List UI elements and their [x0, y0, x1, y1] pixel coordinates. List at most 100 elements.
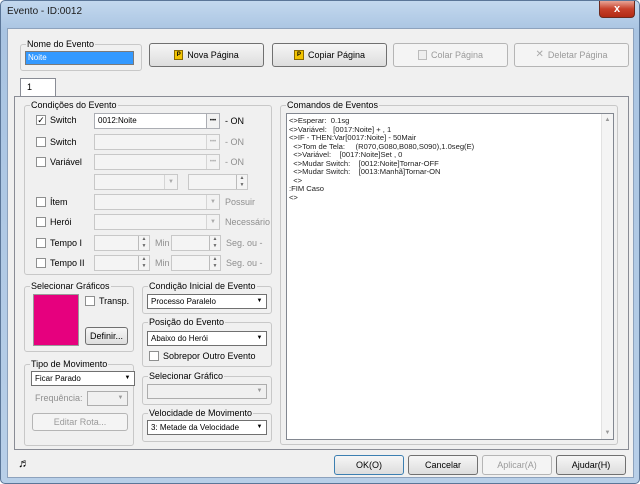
variable-field[interactable]: •••: [94, 154, 220, 170]
tab-page-1[interactable]: 1: [20, 78, 56, 97]
help-label: Ajudar(H): [571, 460, 611, 470]
overlap-label: Sobrepor Outro Evento: [163, 351, 256, 361]
window-title: Evento - ID:0012: [7, 6, 83, 17]
event-name-input[interactable]: Noite: [25, 51, 134, 65]
graphic-preview[interactable]: [33, 294, 79, 346]
command-line[interactable]: <>Mudar Switch: [0013:Manhã]Tornar-ON: [289, 167, 611, 177]
switch2-browse-button[interactable]: •••: [206, 135, 219, 149]
command-line[interactable]: <>: [289, 193, 611, 203]
start-condition-arrow: ▼: [256, 298, 263, 304]
variable-value-spinner[interactable]: ▲ ▼: [236, 175, 247, 189]
define-graphic-button[interactable]: Definir...: [85, 327, 128, 345]
item-label: Ítem: [50, 197, 68, 207]
hero-checkbox[interactable]: [36, 217, 46, 227]
timer2-min-spinner[interactable]: ▲ ▼: [138, 256, 149, 270]
event-window: Evento - ID:0012 x Nome do Evento Noite …: [0, 0, 640, 484]
event-name-value: Noite: [28, 53, 47, 62]
start-condition-value: Processo Paralelo: [151, 297, 216, 306]
timer2-sec-field[interactable]: ▲ ▼: [171, 255, 221, 271]
timer2-sec-spinner[interactable]: ▲ ▼: [209, 256, 220, 270]
move-speed-arrow: ▼: [256, 424, 263, 430]
event-position-select[interactable]: Abaixo do Herói ▼: [147, 331, 267, 346]
start-condition-label: Condição Inicial de Evento: [148, 281, 257, 291]
paste-page-label: Colar Página: [430, 50, 484, 60]
command-line[interactable]: <>: [289, 176, 611, 186]
switch2-field[interactable]: •••: [94, 134, 220, 150]
copy-page-button[interactable]: P Copiar Página: [272, 43, 387, 67]
paste-page-button[interactable]: Colar Página: [393, 43, 508, 67]
delete-page-button[interactable]: ✕ Deletar Página: [514, 43, 629, 67]
hero-select-arrow: ▼: [206, 215, 219, 229]
timer2-min-field[interactable]: ▲ ▼: [94, 255, 150, 271]
overlap-checkbox[interactable]: [149, 351, 159, 361]
scroll-up-icon[interactable]: ▲: [602, 114, 613, 126]
event-position-value: Abaixo do Herói: [151, 334, 208, 343]
ok-label: OK(O): [356, 460, 382, 470]
move-speed-label: Velocidade de Movimento: [148, 408, 254, 418]
variable-operator-select[interactable]: ▼: [94, 174, 178, 190]
paste-page-icon: [417, 50, 427, 60]
hero-suffix: Necessário: [225, 217, 271, 227]
new-page-icon: P: [174, 50, 184, 60]
switch1-field[interactable]: 0012:Noite •••: [94, 113, 220, 129]
close-button[interactable]: x: [599, 1, 635, 18]
variable-label: Variável: [50, 157, 82, 167]
switch1-suffix: - ON: [225, 116, 244, 126]
timer1-min-label: Min: [155, 238, 170, 248]
ok-button[interactable]: OK(O): [334, 455, 404, 475]
frequency-select[interactable]: ▼: [87, 391, 128, 406]
variable-operator-arrow: ▼: [164, 175, 177, 189]
frequency-select-arrow: ▼: [117, 395, 124, 401]
switch2-suffix: - ON: [225, 137, 244, 147]
item-checkbox[interactable]: [36, 197, 46, 207]
commands-list[interactable]: ▲ ▼ <>Esperar: 0.1sg <>Variável: [0017:N…: [286, 113, 614, 440]
commands-scrollbar[interactable]: ▲ ▼: [601, 114, 613, 439]
movement-value: Ficar Parado: [35, 374, 81, 383]
edit-route-button[interactable]: Editar Rota...: [32, 413, 128, 431]
item-suffix: Possuir: [225, 197, 256, 207]
timer1-sec-label: Seg. ou -: [226, 238, 263, 248]
timer1-sec-spinner[interactable]: ▲ ▼: [209, 236, 220, 250]
timer2-sec-label: Seg. ou -: [226, 258, 263, 268]
variable-value-field[interactable]: ▲ ▼: [188, 174, 248, 190]
timer1-checkbox[interactable]: [36, 238, 46, 248]
event-position-arrow: ▼: [256, 335, 263, 341]
new-page-button[interactable]: P Nova Página: [149, 43, 264, 67]
new-page-label: Nova Página: [187, 50, 239, 60]
movement-label: Tipo de Movimento: [30, 359, 109, 369]
timer2-checkbox[interactable]: [36, 258, 46, 268]
apply-button[interactable]: Aplicar(A): [482, 455, 552, 475]
music-note-icon[interactable]: ♬: [18, 457, 30, 469]
switch1-checkbox[interactable]: ✓: [36, 115, 46, 125]
timer1-sec-field[interactable]: ▲ ▼: [171, 235, 221, 251]
select-graphic-select[interactable]: ▼: [147, 384, 267, 399]
start-condition-select[interactable]: Processo Paralelo ▼: [147, 294, 267, 309]
transp-label: Transp.: [99, 296, 130, 306]
item-select[interactable]: ▼: [94, 194, 220, 210]
event-name-label: Nome do Evento: [26, 39, 96, 49]
timer1-min-spinner[interactable]: ▲ ▼: [138, 236, 149, 250]
movement-select-arrow: ▼: [124, 375, 131, 381]
variable-browse-button[interactable]: •••: [206, 155, 219, 169]
move-speed-select[interactable]: 3: Metade da Velocidade ▼: [147, 420, 267, 435]
timer1-min-field[interactable]: ▲ ▼: [94, 235, 150, 251]
help-button[interactable]: Ajudar(H): [556, 455, 626, 475]
command-line[interactable]: :FIM Caso: [289, 184, 611, 194]
movement-select[interactable]: Ficar Parado ▼: [31, 371, 135, 386]
switch2-checkbox[interactable]: [36, 137, 46, 147]
timer1-label: Tempo I: [50, 238, 83, 248]
edit-route-label: Editar Rota...: [53, 417, 107, 427]
scroll-down-icon[interactable]: ▼: [602, 427, 613, 439]
tab-page-1-label: 1: [27, 82, 33, 92]
transp-checkbox[interactable]: [85, 296, 95, 306]
hero-select[interactable]: ▼: [94, 214, 220, 230]
cancel-button[interactable]: Cancelar: [408, 455, 478, 475]
select-graphic-label: Selecionar Gráfico: [148, 371, 225, 381]
event-position-label: Posição do Evento: [148, 317, 226, 327]
apply-label: Aplicar(A): [497, 460, 537, 470]
switch1-browse-button[interactable]: •••: [206, 114, 219, 128]
variable-checkbox[interactable]: [36, 157, 46, 167]
switch1-label: Switch: [50, 115, 77, 125]
delete-page-icon: ✕: [535, 49, 544, 60]
timer2-label: Tempo II: [50, 258, 85, 268]
